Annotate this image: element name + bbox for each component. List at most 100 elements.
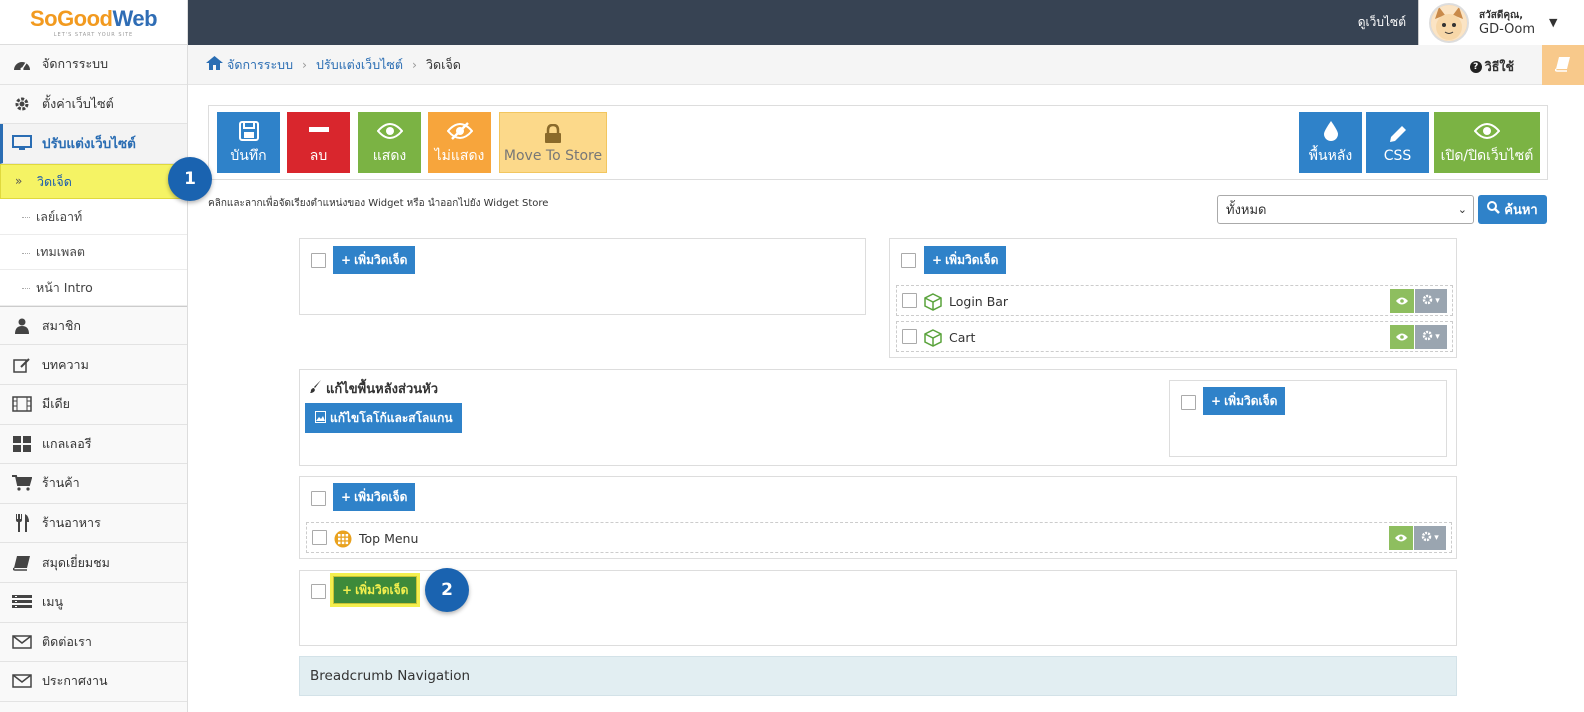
eye-slash-icon [446, 119, 473, 143]
widget-filter-select[interactable]: ทั้งหมด ⌄ [1217, 195, 1474, 224]
hide-button[interactable]: ไม่แสดง [428, 112, 491, 173]
area-checkbox[interactable] [311, 253, 326, 268]
step-badge-1: 1 [168, 157, 212, 201]
widget-visibility-button[interactable] [1389, 526, 1413, 550]
widget-checkbox[interactable] [312, 530, 327, 545]
gear-icon [1421, 531, 1432, 545]
show-button[interactable]: แสดง [358, 112, 421, 173]
sidebar-item-label: ปรับแต่งเว็บไซต์ [42, 136, 136, 153]
area-checkbox[interactable] [311, 584, 326, 599]
plus-icon: + [341, 253, 352, 267]
widget-settings-button[interactable]: ▾ [1415, 325, 1447, 349]
sidebar-subitem-intro[interactable]: หน้า Intro [0, 270, 187, 306]
visit-site-link[interactable]: ดูเว็บไซต์ [1358, 13, 1406, 32]
breadcrumb-navigation-area[interactable]: Breadcrumb Navigation [299, 656, 1457, 696]
logo-web: Web [112, 6, 158, 31]
header-widget-area: + เพิ่มวิดเจ็ด [1169, 380, 1447, 457]
sidebar-subitem-template[interactable]: เทมเพลต [0, 234, 187, 271]
widget-area-main: + เพิ่มวิดเจ็ด [299, 570, 1457, 646]
widget-row-cart[interactable]: Cart ▾ [896, 321, 1453, 352]
add-widget-button[interactable]: + เพิ่มวิดเจ็ด [333, 483, 416, 511]
sidebar-item-shop[interactable]: ร้านค้า [0, 464, 187, 504]
sidebar-item-restaurant[interactable]: ร้านอาหาร [0, 503, 187, 544]
save-label: บันทึก [230, 147, 267, 164]
widget-settings-button[interactable]: ▾ [1415, 289, 1447, 313]
plus-icon: + [342, 583, 353, 597]
breadcrumb-current: วิดเจ็ด [426, 56, 461, 72]
caret-down-icon[interactable]: ▼ [1549, 16, 1557, 29]
add-widget-label: เพิ่มวิดเจ็ด [354, 252, 408, 267]
background-button[interactable]: พื้นหลัง [1299, 112, 1362, 173]
widget-checkbox[interactable] [902, 329, 917, 344]
sidebar-item-label: ตั้งค่าเว็บไซต์ [42, 95, 114, 111]
sidebar-item-guestbook[interactable]: สมุดเยี่ยมชม [0, 543, 187, 583]
user-menu[interactable]: สวัสดีคุณ, GD-Oom ▼ [1418, 0, 1584, 45]
home-icon[interactable] [206, 56, 223, 73]
breadcrumb-customize[interactable]: ปรับแต่งเว็บไซต์ [316, 55, 403, 75]
edit-logo-button[interactable]: แก้ไขโลโก้และสโลแกน [305, 403, 462, 433]
sidebar-subitem-label: เลย์เอาท์ [36, 208, 83, 224]
area-checkbox[interactable] [901, 253, 916, 268]
edit-logo-label: แก้ไขโลโก้และสโลแกน [330, 410, 453, 425]
sidebar-item-contact[interactable]: ติดต่อเรา [0, 622, 187, 663]
add-widget-button[interactable]: + เพิ่มวิดเจ็ด [1203, 387, 1286, 415]
sidebar-item-label: ร้านอาหาร [42, 515, 101, 531]
breadcrumb-home[interactable]: จัดการระบบ [227, 55, 293, 75]
toggle-site-label: เปิด/ปิดเว็บไซต์ [1440, 147, 1534, 164]
area-checkbox[interactable] [311, 491, 326, 506]
drag-hint: คลิกและลากเพื่อจัดเรียงตำแหน่งของ Widget… [208, 198, 549, 209]
eye-icon [1396, 330, 1408, 345]
css-button[interactable]: CSS [1366, 112, 1429, 173]
add-widget-button[interactable]: + เพิ่มวิดเจ็ด [333, 246, 416, 274]
add-widget-button-highlighted[interactable]: + เพิ่มวิดเจ็ด [329, 573, 421, 607]
widget-row-top-menu[interactable]: Top Menu ▾ [306, 522, 1452, 553]
sidebar-item-gallery[interactable]: แกลเลอรี [0, 424, 187, 465]
widget-settings-button[interactable]: ▾ [1414, 526, 1446, 550]
sidebar-item-label: ประกาศงาน [42, 673, 108, 689]
plus-icon: + [1211, 394, 1222, 408]
area-checkbox[interactable] [1181, 395, 1196, 410]
manual-button[interactable] [1542, 45, 1584, 85]
sidebar-item-label: สมาชิก [42, 317, 81, 333]
plus-icon: + [341, 490, 352, 504]
sidebar-item-articles[interactable]: บทความ [0, 345, 187, 385]
sidebar-item-settings[interactable]: ตั้งค่าเว็บไซต์ [0, 84, 187, 125]
delete-button[interactable]: ลบ [287, 112, 350, 173]
logo[interactable]: SoGoodWeb LET'S START YOUR SITE [0, 0, 187, 45]
floppy-icon [238, 119, 260, 143]
widget-visibility-button[interactable] [1390, 325, 1414, 349]
add-widget-button[interactable]: + เพิ่มวิดเจ็ด [924, 246, 1007, 274]
filter-selected: ทั้งหมด [1226, 203, 1267, 218]
step-badge-label: 1 [184, 169, 196, 189]
sidebar-item-members[interactable]: สมาชิก [0, 305, 187, 346]
step-badge-label: 2 [441, 580, 453, 600]
show-label: แสดง [372, 147, 407, 164]
move-to-store-button[interactable]: Move To Store [499, 112, 607, 173]
eye-icon [1395, 531, 1407, 546]
user-name: GD-Oom [1479, 21, 1535, 37]
header-background-title: แก้ไขพื้นหลังส่วนหัว [326, 382, 439, 397]
widget-checkbox[interactable] [902, 293, 917, 308]
add-widget-label: เพิ่มวิดเจ็ด [355, 582, 409, 597]
toggle-site-button[interactable]: เปิด/ปิดเว็บไซต์ [1434, 112, 1540, 173]
gear-icon [12, 95, 32, 113]
breadcrumb: จัดการระบบ › ปรับแต่งเว็บไซต์ › วิดเจ็ด … [188, 45, 1584, 85]
save-button[interactable]: บันทึก [217, 112, 280, 173]
minus-icon [308, 119, 329, 143]
caret-down-icon: ▾ [1435, 296, 1440, 306]
widget-name: Login Bar [949, 294, 1009, 309]
howto-link[interactable]: ? วิธีใช้ [1469, 57, 1514, 77]
widget-row-login-bar[interactable]: Login Bar ▾ [896, 285, 1453, 316]
sidebar-item-jobs[interactable]: ประกาศงาน [0, 662, 187, 702]
sidebar-subitem-widget[interactable]: วิดเจ็ด [0, 163, 187, 200]
sidebar-item-label: ร้านค้า [42, 475, 80, 491]
sidebar-item-media[interactable]: มีเดีย [0, 384, 187, 425]
sidebar-subitem-layout[interactable]: เลย์เอาท์ [0, 199, 187, 235]
search-icon [1487, 201, 1501, 218]
sidebar-item-system[interactable]: จัดการระบบ [0, 45, 187, 85]
sidebar-item-customize[interactable]: ปรับแต่งเว็บไซต์ [0, 124, 187, 164]
caret-down-icon: ▾ [1434, 533, 1439, 543]
widget-visibility-button[interactable] [1390, 289, 1414, 313]
search-button[interactable]: ค้นหา [1478, 195, 1547, 224]
sidebar-item-menu[interactable]: เมนู [0, 582, 187, 623]
